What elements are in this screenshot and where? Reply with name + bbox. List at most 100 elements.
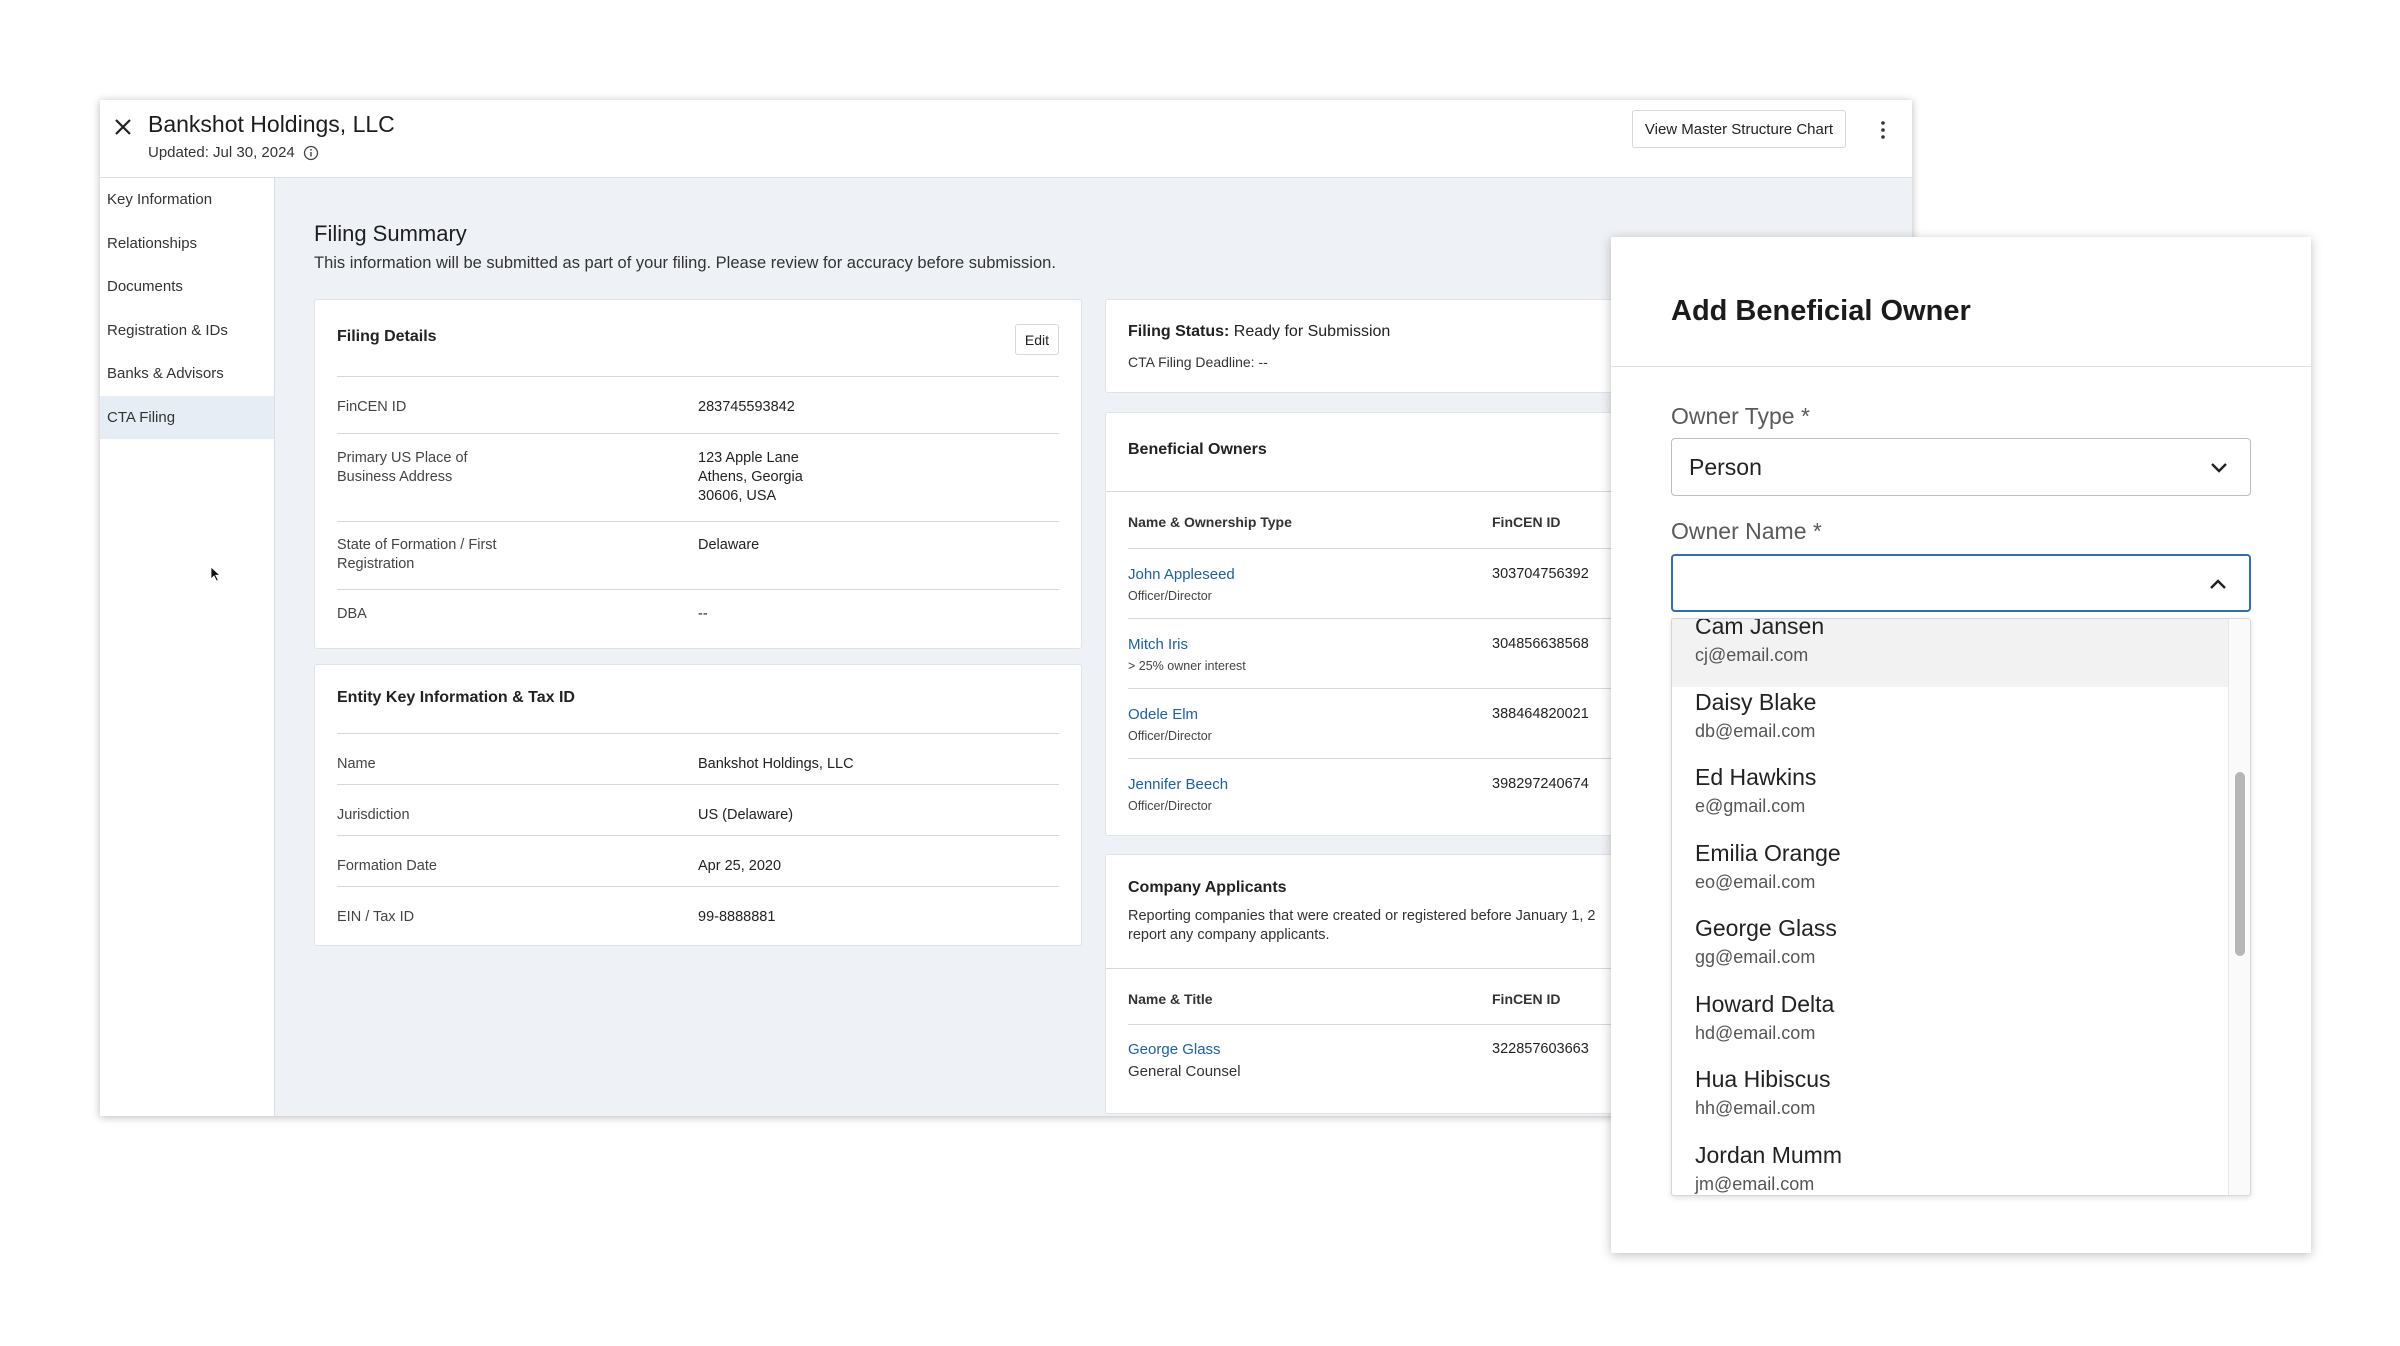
owner-fincen-id: 303704756392 (1492, 566, 1589, 582)
description-line: report any company applicants. (1128, 927, 1330, 943)
column-header-fincen-id: FinCEN ID (1492, 991, 1561, 1007)
modal-title: Add Beneficial Owner (1671, 295, 1971, 327)
detail-row: EIN / Tax ID 99-8888881 (337, 886, 1059, 937)
owner-name-dropdown[interactable]: Cam Jansen cj@email.com Daisy Blake db@e… (1671, 618, 2251, 1196)
detail-label: Formation Date (337, 858, 437, 874)
option-name: Ed Hawkins (1695, 764, 1817, 790)
sidebar-item-banks-advisors[interactable]: Banks & Advisors (100, 352, 274, 396)
company-applicants-title: Company Applicants (1128, 879, 1287, 896)
dropdown-option[interactable]: Jordan Mumm jm@email.com (1672, 1140, 2230, 1195)
option-email: cj@email.com (1695, 645, 1809, 665)
option-email: jm@email.com (1695, 1174, 1815, 1194)
updated-text: Updated: Jul 30, 2024 (148, 144, 295, 161)
dropdown-option[interactable]: Emilia Orange eo@email.com (1672, 838, 2230, 914)
owner-name-link[interactable]: Odele Elm (1128, 706, 1198, 723)
sidebar-item-cta-filing[interactable]: CTA Filing (100, 395, 274, 439)
updated-date: Updated: Jul 30, 2024 (148, 144, 319, 161)
option-name: George Glass (1695, 915, 1837, 941)
owner-fincen-id: 398297240674 (1492, 776, 1589, 792)
owner-name-link[interactable]: John Appleseed (1128, 566, 1235, 583)
dropdown-option[interactable]: Cam Jansen cj@email.com (1672, 618, 2230, 687)
owner-type: Officer/Director (1128, 799, 1212, 813)
option-name: Daisy Blake (1695, 689, 1817, 715)
option-email: hh@email.com (1695, 1098, 1816, 1118)
chevron-up-icon (2210, 579, 2226, 589)
detail-row: Name Bankshot Holdings, LLC (337, 733, 1059, 784)
sidebar-item-key-information[interactable]: Key Information (100, 178, 274, 222)
detail-value: US (Delaware) (698, 807, 794, 823)
dropdown-option[interactable]: Ed Hawkins e@gmail.com (1672, 762, 2230, 838)
owner-type: > 25% owner interest (1128, 659, 1246, 673)
dropdown-option[interactable]: Howard Delta hd@email.com (1672, 989, 2230, 1065)
owner-type: Officer/Director (1128, 729, 1212, 743)
option-email: db@email.com (1695, 721, 1816, 741)
detail-label: Primary US Place of Business Address (337, 450, 468, 485)
filing-status: Filing Status: Ready for Submission (1128, 323, 1390, 341)
dropdown-option[interactable]: Daisy Blake db@email.com (1672, 687, 2230, 763)
detail-row: FinCEN ID 283745593842 (337, 376, 1059, 433)
option-name: Cam Jansen (1695, 618, 1825, 639)
dropdown-scrollbar[interactable] (2228, 619, 2250, 1195)
entity-key-info-title: Entity Key Information & Tax ID (337, 689, 575, 706)
beneficial-owners-title: Beneficial Owners (1128, 441, 1267, 458)
detail-row: Formation Date Apr 25, 2020 (337, 835, 1059, 886)
dropdown-option[interactable]: George Glass gg@email.com (1672, 913, 2230, 989)
view-master-structure-chart-button[interactable]: View Master Structure Chart (1631, 110, 1846, 148)
option-email: e@gmail.com (1695, 796, 1806, 816)
dropdown-option[interactable]: Hua Hibiscus hh@email.com (1672, 1064, 2230, 1140)
filing-details-title: Filing Details (337, 328, 437, 345)
detail-value: 99-8888881 (698, 909, 776, 925)
owner-type-value: Person (1689, 454, 1762, 480)
option-name: Jordan Mumm (1695, 1142, 1842, 1168)
option-email: gg@email.com (1695, 947, 1816, 967)
owner-fincen-id: 388464820021 (1492, 706, 1589, 722)
column-header-fincen-id: FinCEN ID (1492, 514, 1561, 530)
detail-row: DBA -- (337, 589, 1059, 647)
owner-fincen-id: 304856638568 (1492, 636, 1589, 652)
chevron-down-icon (2211, 463, 2227, 473)
owner-name-link[interactable]: Mitch Iris (1128, 636, 1188, 653)
sidebar-item-documents[interactable]: Documents (100, 265, 274, 309)
sidebar-item-relationships[interactable]: Relationships (100, 222, 274, 266)
filing-status-label: Filing Status: (1128, 323, 1230, 340)
sidebar-nav: Key Information Relationships Documents … (100, 178, 275, 1116)
filing-deadline: CTA Filing Deadline: -- (1128, 354, 1268, 370)
detail-label: EIN / Tax ID (337, 909, 415, 925)
option-email: hd@email.com (1695, 1023, 1816, 1043)
company-applicants-description: Reporting companies that were created or… (1128, 907, 1595, 945)
owner-name-select[interactable] (1671, 554, 2251, 612)
page-description: This information will be submitted as pa… (314, 254, 1056, 272)
detail-value: Apr 25, 2020 (698, 858, 782, 874)
detail-value: 283745593842 (698, 399, 795, 415)
sidebar-item-registration-ids[interactable]: Registration & IDs (100, 309, 274, 353)
add-beneficial-owner-panel: Add Beneficial Owner Owner Type * Person… (1611, 237, 2311, 1253)
detail-value: 123 Apple Lane Athens, Georgia 30606, US… (698, 450, 803, 504)
detail-value: Bankshot Holdings, LLC (698, 756, 854, 772)
entity-key-info-card: Entity Key Information & Tax ID Name Ban… (314, 664, 1082, 946)
owner-name-link[interactable]: Jennifer Beech (1128, 776, 1228, 793)
close-icon[interactable] (110, 114, 136, 140)
detail-value: -- (698, 606, 708, 622)
entity-header: Bankshot Holdings, LLC Updated: Jul 30, … (100, 100, 1912, 178)
filing-status-value: Ready for Submission (1233, 323, 1391, 340)
scrollbar-thumb[interactable] (2235, 772, 2245, 956)
description-line: Reporting companies that were created or… (1128, 908, 1596, 924)
detail-label: FinCEN ID (337, 399, 407, 415)
applicant-fincen-id: 322857603663 (1492, 1041, 1589, 1057)
edit-button[interactable]: Edit (1014, 324, 1059, 355)
info-icon[interactable] (303, 145, 319, 161)
option-email: eo@email.com (1695, 872, 1816, 892)
owner-type-label: Owner Type * (1671, 403, 1810, 429)
column-header-name: Name & Ownership Type (1128, 514, 1292, 530)
option-name: Hua Hibiscus (1695, 1066, 1831, 1092)
more-options-icon[interactable] (1876, 120, 1890, 140)
column-header-name-title: Name & Title (1128, 991, 1213, 1007)
option-name: Emilia Orange (1695, 840, 1841, 866)
owner-type-select[interactable]: Person (1671, 438, 2251, 496)
detail-row: State of Formation / First Registration … (337, 521, 1059, 589)
detail-label: Name (337, 756, 376, 772)
detail-label: State of Formation / First Registration (337, 537, 497, 572)
mouse-pointer-icon (210, 566, 222, 582)
detail-row: Primary US Place of Business Address 123… (337, 433, 1059, 521)
applicant-name-link[interactable]: George Glass (1128, 1041, 1221, 1058)
